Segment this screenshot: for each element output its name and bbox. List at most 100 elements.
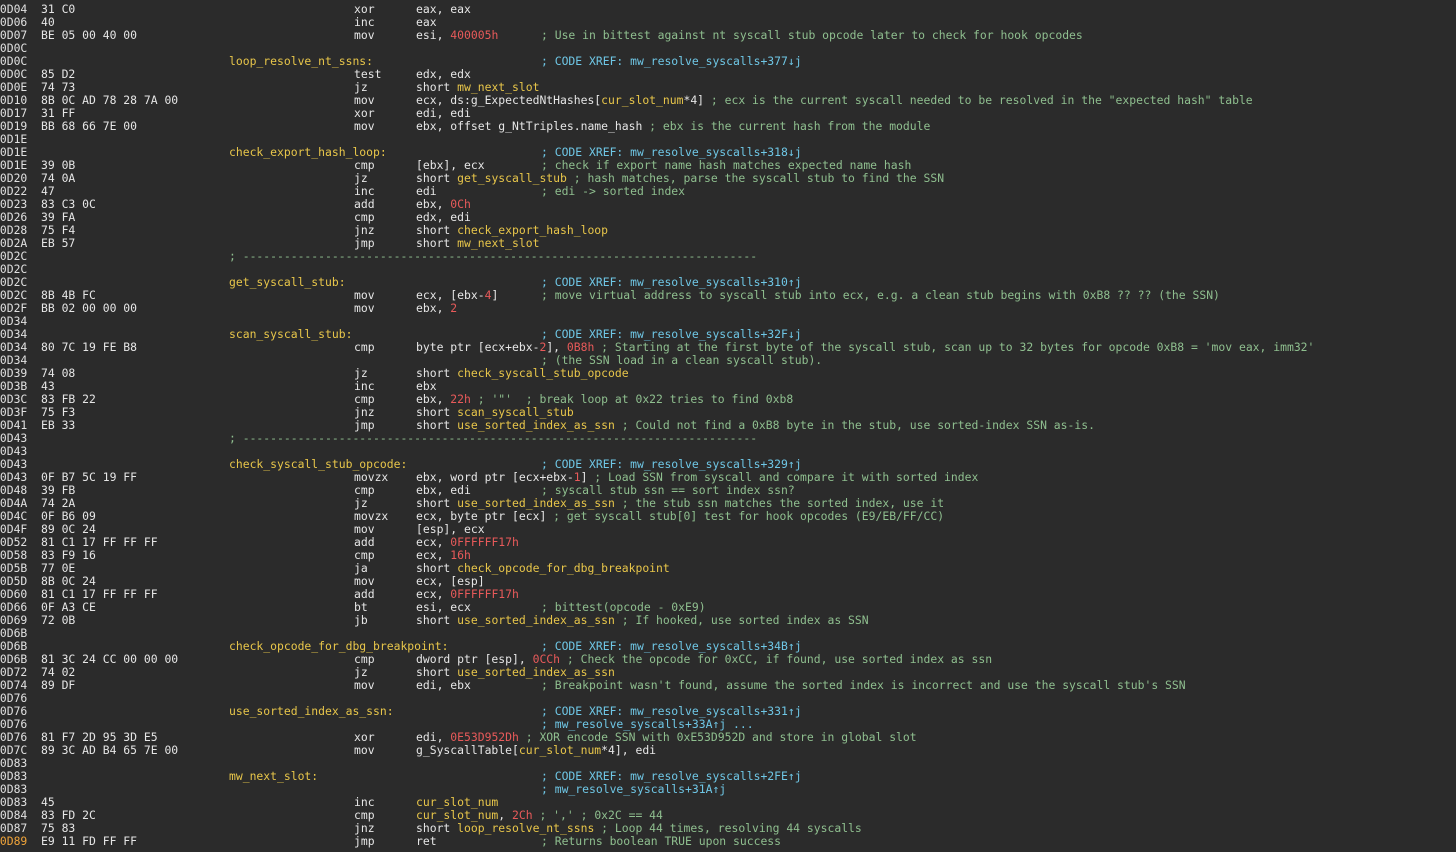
inline-comment: ; If hooked, use sorted index as SSN bbox=[614, 613, 869, 627]
operand-symbol[interactable]: use_sorted_index_as_ssn bbox=[457, 613, 615, 627]
operand-symbol[interactable]: mw_next_slot bbox=[457, 236, 539, 250]
operand-symbol[interactable]: cur_slot_num bbox=[519, 743, 601, 757]
operand-text: , bbox=[498, 808, 513, 822]
code-label[interactable]: mw_next_slot: bbox=[229, 770, 318, 783]
operand-text: byte ptr [ecx+ebx- bbox=[416, 340, 540, 354]
instruction-mnemonic[interactable]: jb bbox=[354, 614, 368, 627]
inline-comment: ; ecx is the current syscall needed to b… bbox=[704, 93, 1253, 107]
opcode-bytes: EB 57 bbox=[41, 236, 76, 250]
operand-symbol[interactable]: use_sorted_index_as_ssn bbox=[457, 418, 615, 432]
operand-number: 400005h bbox=[450, 28, 499, 42]
operand-number: 1 bbox=[573, 470, 581, 484]
operand-symbol[interactable]: use_sorted_index_as_ssn bbox=[457, 496, 615, 510]
instruction-mnemonic[interactable]: jmp bbox=[354, 835, 375, 848]
operand-symbol[interactable]: cur_slot_num bbox=[416, 795, 498, 809]
inline-comment: ; hash matches, parse the syscall stub t… bbox=[566, 171, 945, 185]
line-comment: ; Use in bittest against nt syscall stub… bbox=[541, 28, 1083, 42]
operand-text: edi bbox=[416, 184, 437, 198]
inline-comment: ; the stub ssn matches the sorted index,… bbox=[614, 496, 945, 510]
inline-comment: ; Could not find a 0xB8 byte in the stub… bbox=[614, 418, 1095, 432]
operand-text: ecx, [esp] bbox=[416, 574, 485, 588]
instruction-operands[interactable]: g_SyscallTable[cur_slot_num*4], edi bbox=[416, 744, 656, 757]
operand-text: ecx, [ebx- bbox=[416, 288, 485, 302]
inline-comment: ; Loop 44 times, resolving 44 syscalls bbox=[594, 821, 862, 835]
operand-text: short bbox=[416, 496, 458, 510]
inline-comment: ; '"' ; break loop at 0x22 tries to find… bbox=[470, 392, 794, 406]
instruction-mnemonic[interactable]: cmp bbox=[354, 341, 375, 354]
operand-text: g_SyscallTable[ bbox=[416, 743, 519, 757]
operand-number: 0FFFFFF17h bbox=[450, 535, 519, 549]
operand-text: ebx, offset g_NtTriples.name_hash bbox=[416, 119, 643, 133]
operand-number: 22h bbox=[450, 392, 471, 406]
line-address[interactable]: C0D89 bbox=[0, 835, 27, 848]
operand-symbol[interactable]: cur_slot_num bbox=[416, 808, 498, 822]
operand-text: short bbox=[416, 80, 458, 94]
operand-symbol[interactable]: loop_resolve_nt_ssns bbox=[457, 821, 594, 835]
operand-number: 2 bbox=[450, 301, 458, 315]
instruction-operands[interactable]: esi, 400005h bbox=[416, 29, 498, 42]
opcode-bytes: BB 02 00 00 00 bbox=[41, 301, 138, 315]
instruction-operands[interactable]: ebx, offset g_NtTriples.name_hash ; ebx … bbox=[416, 120, 930, 133]
operand-symbol[interactable]: check_export_hash_loop bbox=[457, 223, 608, 237]
code-label[interactable]: loop_resolve_nt_ssns: bbox=[229, 55, 373, 68]
section-separator: ; --------------------------------------… bbox=[229, 249, 758, 263]
operand-symbol[interactable]: use_sorted_index_as_ssn bbox=[457, 665, 615, 679]
disassembly-listing[interactable]: C0D0431 C0xoreax, eaxC0D0640inceaxC0D07B… bbox=[0, 0, 1456, 852]
operand-number: 16h bbox=[450, 548, 471, 562]
opcode-bytes: 89 3C AD B4 65 7E 00 bbox=[41, 743, 179, 757]
opcode-bytes: 72 0B bbox=[41, 613, 76, 627]
operand-text: ebx, bbox=[416, 197, 451, 211]
code-label[interactable]: use_sorted_index_as_ssn: bbox=[229, 705, 394, 718]
instruction-mnemonic[interactable]: mov bbox=[354, 302, 375, 315]
code-label[interactable]: scan_syscall_stub: bbox=[229, 328, 352, 341]
instruction-mnemonic[interactable]: mov bbox=[354, 679, 375, 692]
operand-text: *4] bbox=[683, 93, 705, 107]
operand-symbol[interactable]: get_syscall_stub bbox=[457, 171, 567, 185]
operand-text: ebx bbox=[416, 379, 437, 393]
operand-symbol[interactable]: check_syscall_stub_opcode bbox=[457, 366, 628, 380]
operand-text: ebx, edi bbox=[416, 483, 471, 497]
operand-number: 0E53D952Dh bbox=[450, 730, 519, 744]
operand-text: ebx, word ptr [ecx+ebx- bbox=[416, 470, 574, 484]
opcode-bytes: E9 11 FD FF FF bbox=[41, 834, 138, 848]
instruction-mnemonic[interactable]: mov bbox=[354, 120, 375, 133]
operand-text: ecx, byte ptr [ecx] bbox=[416, 509, 547, 523]
xref-comment[interactable]: ; CODE XREF: mw_resolve_syscalls+377↓j bbox=[541, 55, 802, 68]
line-comment: ; Returns boolean TRUE upon success bbox=[541, 834, 782, 848]
operand-text: [esp], ecx bbox=[416, 522, 485, 536]
instruction-operands[interactable]: ecx, byte ptr [ecx] ; get syscall stub[0… bbox=[416, 510, 944, 523]
operand-symbol[interactable]: check_opcode_for_dbg_breakpoint bbox=[457, 561, 670, 575]
operand-text: short bbox=[416, 561, 458, 575]
operand-number: 2Ch bbox=[512, 808, 533, 822]
line-comment: ; Breakpoint wasn't found, assume the so… bbox=[541, 678, 1186, 692]
opcode-bytes: BB 68 66 7E 00 bbox=[41, 119, 138, 133]
instruction-operands[interactable]: ret bbox=[416, 835, 437, 848]
operand-text: ecx, bbox=[416, 587, 451, 601]
instruction-mnemonic[interactable]: mov bbox=[354, 744, 375, 757]
inline-comment: ; get syscall stub[0] test for hook opco… bbox=[546, 509, 945, 523]
instruction-operands[interactable]: short check_syscall_stub_opcode bbox=[416, 367, 629, 380]
instruction-operands[interactable]: ebx, 2 bbox=[416, 302, 457, 315]
operand-number: 0CCh bbox=[532, 652, 561, 666]
operand-text: short bbox=[416, 665, 458, 679]
xref-comment[interactable]: ; mw_resolve_syscalls+31A↑j bbox=[541, 783, 726, 796]
operand-text: ebx, bbox=[416, 301, 451, 315]
operand-symbol[interactable]: scan_syscall_stub bbox=[457, 405, 574, 419]
operand-text: short bbox=[416, 223, 458, 237]
instruction-mnemonic[interactable]: mov bbox=[354, 29, 375, 42]
code-label[interactable]: get_syscall_stub: bbox=[229, 276, 346, 289]
operand-number: 0Ch bbox=[450, 197, 471, 211]
instruction-operands[interactable]: ecx, ds:g_ExpectedNtHashes[cur_slot_num*… bbox=[416, 94, 1253, 107]
instruction-operands[interactable]: short use_sorted_index_as_ssn ; If hooke… bbox=[416, 614, 869, 627]
inline-comment: ; XOR encode SSN with 0xE53D952D and sto… bbox=[518, 730, 917, 744]
operand-number: 0B8h bbox=[566, 340, 595, 354]
instruction-operands[interactable]: edi, ebx bbox=[416, 679, 471, 692]
operand-symbol[interactable]: mw_next_slot bbox=[457, 80, 539, 94]
operand-text: edx, edi bbox=[416, 210, 471, 224]
operand-text: ret bbox=[416, 834, 437, 848]
opcode-bytes: 80 7C 19 FE B8 bbox=[41, 340, 138, 354]
opcode-bytes: BE 05 00 40 00 bbox=[41, 28, 138, 42]
operand-symbol[interactable]: cur_slot_num bbox=[601, 93, 683, 107]
operand-text: ecx, ds:g_ExpectedNtHashes[ bbox=[416, 93, 602, 107]
operand-text: short bbox=[416, 418, 458, 432]
